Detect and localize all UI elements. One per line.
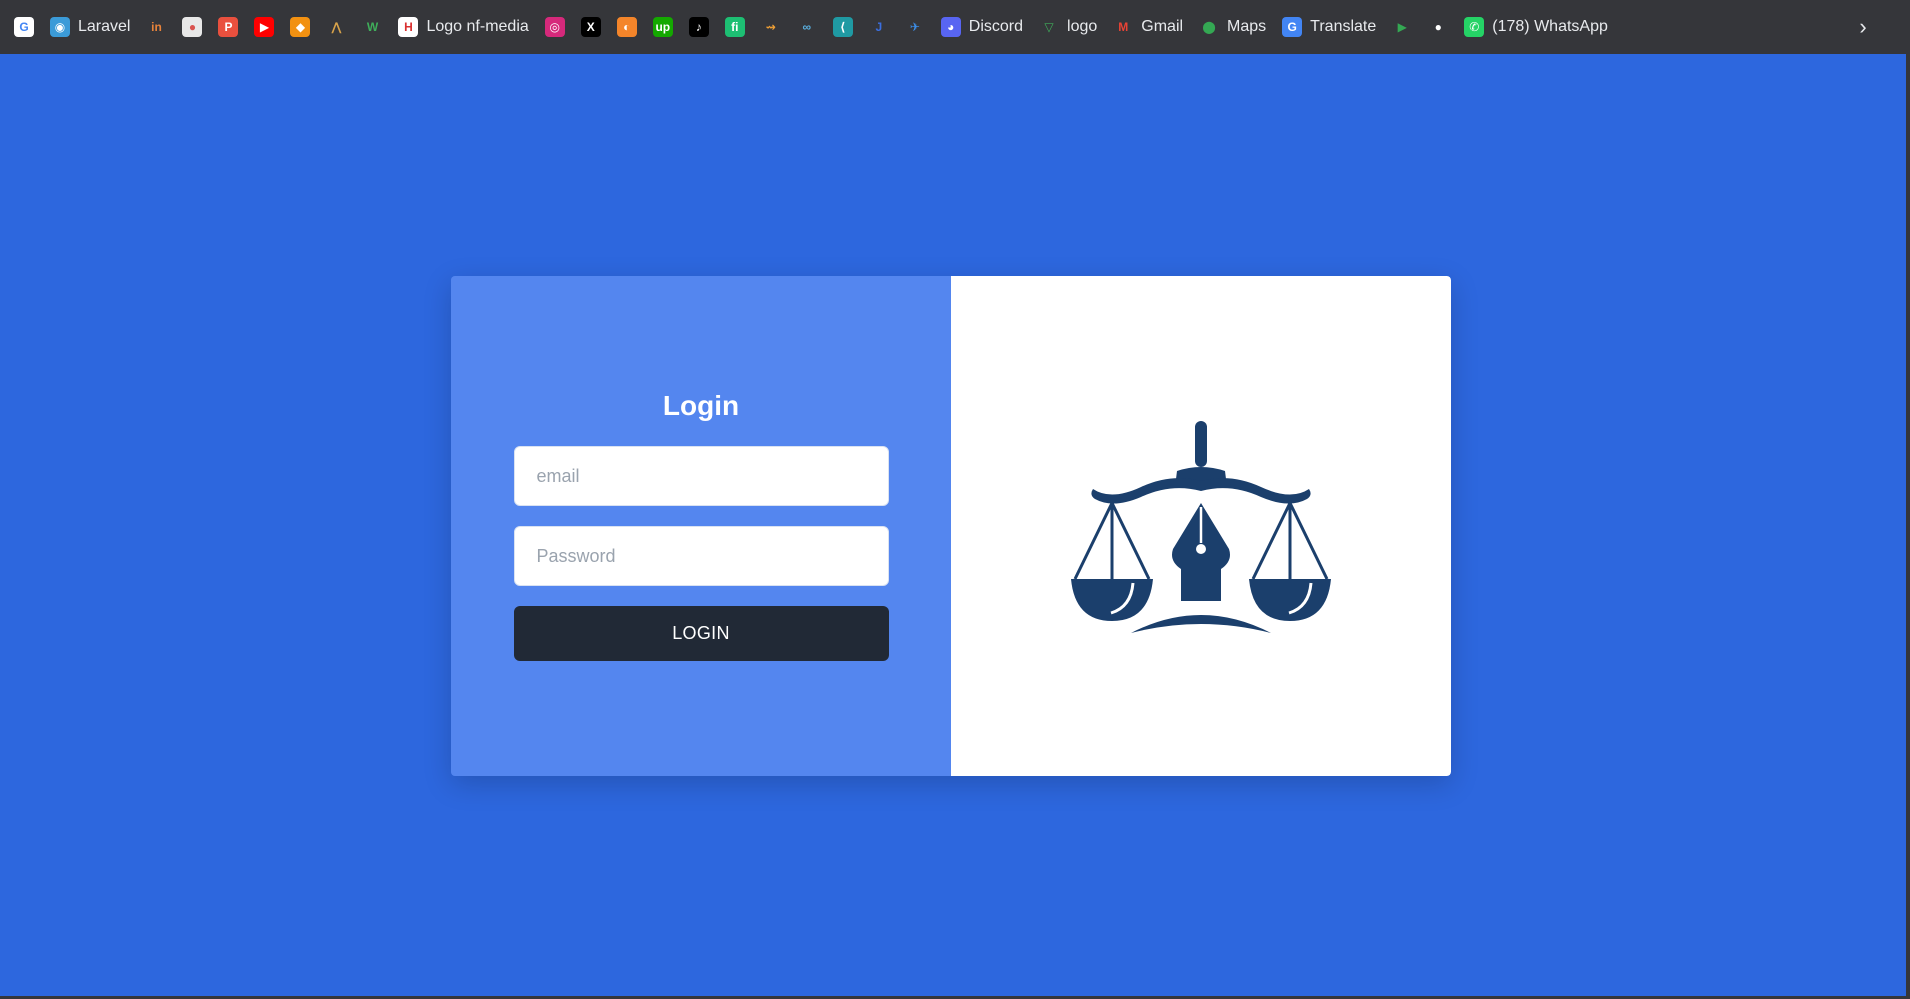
upwork-bookmark[interactable]: up xyxy=(645,10,681,44)
bookmark-6-icon: ◆ xyxy=(290,17,311,37)
fiverr-icon: fi xyxy=(724,17,745,37)
page-viewport: Login LOGIN xyxy=(0,54,1906,996)
bookmark-label: Gmail xyxy=(1141,18,1184,35)
bookmark-label: Logo nf-media xyxy=(426,18,529,35)
maps-bookmark[interactable]: ⬤ Maps xyxy=(1191,10,1274,44)
bookmark-20[interactable]: ✈ xyxy=(897,10,933,44)
bookmark-16-icon: ⇝ xyxy=(765,20,776,34)
password-input[interactable] xyxy=(513,526,889,586)
bookmark-17-icon: ∞ xyxy=(802,20,812,34)
bookmark-12[interactable]: ◐ xyxy=(609,10,645,44)
translate-icon: G xyxy=(1282,17,1303,37)
github-icon: ● xyxy=(1434,20,1442,34)
bookmarks-bar: G ◉ Laravel in ● P ▶ ◆ ⋀ W H Logo nf-media ◎ X ◐ up ♪ fi ⇝… xyxy=(0,0,1910,54)
email-input[interactable] xyxy=(513,446,889,506)
bookmark-19-icon: J xyxy=(875,20,883,34)
tiktok-bookmark[interactable]: ♪ xyxy=(681,10,717,44)
laravel-icon: ◉ xyxy=(50,17,70,37)
bookmark-20-icon: ✈ xyxy=(909,20,920,34)
bookmark-12-icon: ◐ xyxy=(616,17,637,37)
play-bookmark[interactable]: ▶ xyxy=(1384,10,1420,44)
laravel-bookmark[interactable]: ◉ Laravel xyxy=(42,10,138,44)
logo-icon: ▽ xyxy=(1044,20,1054,34)
fiverr-bookmark[interactable]: fi xyxy=(717,10,753,44)
logo-panel xyxy=(951,276,1451,776)
bookmark-3-icon: ● xyxy=(182,17,203,37)
play-icon: ▶ xyxy=(1397,20,1407,34)
login-panel: Login LOGIN xyxy=(451,276,951,776)
google-icon[interactable]: G xyxy=(6,10,42,44)
maps-icon: ⬤ xyxy=(1202,20,1216,34)
invision-icon: in xyxy=(151,20,162,34)
x-icon: X xyxy=(580,17,601,37)
bookmark-3[interactable]: ● xyxy=(174,10,210,44)
logo-nf-media-bookmark[interactable]: H Logo nf-media xyxy=(390,10,536,44)
bookmark-label: Laravel xyxy=(78,18,131,35)
bookmark-6[interactable]: ◆ xyxy=(282,10,318,44)
bookmark-4-icon: P xyxy=(218,17,239,37)
scales-of-justice-icon xyxy=(1071,421,1331,633)
window-right-edge xyxy=(1906,54,1910,999)
tiktok-icon: ♪ xyxy=(688,17,709,37)
login-button[interactable]: LOGIN xyxy=(513,606,889,661)
gmail-icon: M xyxy=(1118,20,1129,34)
bookmark-7[interactable]: ⋀ xyxy=(318,10,354,44)
bookmark-19[interactable]: J xyxy=(861,10,897,44)
bookmark-4[interactable]: P xyxy=(210,10,246,44)
bookmark-16[interactable]: ⇝ xyxy=(753,10,789,44)
upwork-icon: up xyxy=(652,17,673,37)
logo-nf-media-icon: H xyxy=(398,17,419,37)
logo-bookmark[interactable]: ▽ logo xyxy=(1031,10,1105,44)
instagram-icon: ◎ xyxy=(544,17,565,37)
bookmarks-overflow-chevron-icon[interactable]: › xyxy=(1846,10,1880,44)
discord-bookmark[interactable]: ◕ Discord xyxy=(933,10,1031,44)
bookmark-18[interactable]: ⟨ xyxy=(825,10,861,44)
youtube-bookmark[interactable]: ▶ xyxy=(246,10,282,44)
invision-bookmark[interactable]: in xyxy=(138,10,174,44)
google-icon-icon: G xyxy=(14,17,34,37)
bookmark-label: logo xyxy=(1067,18,1098,35)
bookmark-label: Maps xyxy=(1227,18,1267,35)
bookmark-label: Translate xyxy=(1310,18,1377,35)
whatsapp-bookmark[interactable]: ✆ (178) WhatsApp xyxy=(1456,10,1616,44)
bookmark-7-icon: ⋀ xyxy=(331,20,342,34)
login-card: Login LOGIN xyxy=(451,276,1451,776)
gmail-bookmark[interactable]: M Gmail xyxy=(1105,10,1191,44)
bookmark-8-icon: W xyxy=(366,20,379,34)
bookmark-18-icon: ⟨ xyxy=(832,17,853,37)
bookmark-label: Discord xyxy=(968,18,1024,35)
x-bookmark[interactable]: X xyxy=(573,10,609,44)
youtube-icon: ▶ xyxy=(254,17,275,37)
bookmark-label: (178) WhatsApp xyxy=(1492,18,1608,35)
github-bookmark[interactable]: ● xyxy=(1420,10,1456,44)
translate-bookmark[interactable]: G Translate xyxy=(1274,10,1384,44)
bookmark-8[interactable]: W xyxy=(354,10,390,44)
whatsapp-icon: ✆ xyxy=(1464,17,1485,37)
login-title: Login xyxy=(662,390,740,421)
discord-icon: ◕ xyxy=(940,17,961,37)
instagram-bookmark[interactable]: ◎ xyxy=(537,10,573,44)
bookmark-17[interactable]: ∞ xyxy=(789,10,825,44)
